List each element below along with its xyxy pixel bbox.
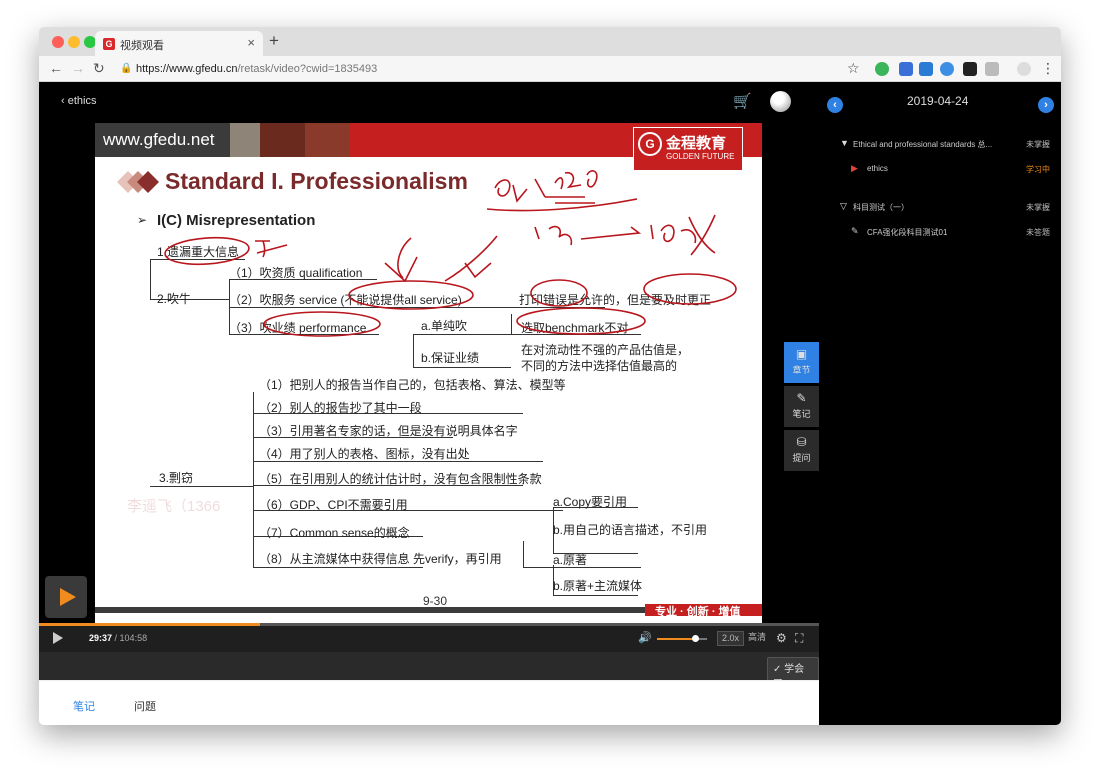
address-bar[interactable]: 🔒 https://www.gfedu.cn/retask/video?cwid… [116, 59, 377, 79]
menu-kebab-icon[interactable]: ⋮ [1041, 60, 1055, 77]
pencil-icon: ✎ [796, 391, 807, 405]
chapter-icon: ▣ [795, 347, 808, 361]
volume-icon[interactable]: 🔊 [638, 631, 652, 644]
prev-date-button[interactable]: ‹ [827, 97, 843, 113]
row-status: 未掌握 [1026, 140, 1050, 149]
bottom-tabs: 笔记 问题 [39, 680, 819, 725]
caret-down-icon: ▽ [840, 201, 847, 211]
speed-button[interactable]: 2.0x [717, 631, 745, 646]
tab-questions[interactable]: 问题 [134, 698, 156, 714]
quality-button[interactable]: 高清 [744, 631, 770, 646]
extension-green-icon[interactable] [875, 62, 889, 76]
extension-s-icon[interactable] [919, 62, 933, 76]
chapter-row[interactable]: ▼ Ethical and professional standards 总..… [819, 137, 1061, 153]
test-row[interactable]: ✎ CFA强化段科目测试01 未答题 [819, 225, 1061, 241]
bookmark-star-icon[interactable]: ☆ [847, 60, 860, 77]
gfedu-favicon-icon: G [103, 38, 115, 50]
extension-dark-icon[interactable] [963, 62, 977, 76]
url-host: https://www.gfedu.cn [136, 63, 238, 75]
video-player: ‹ ethics 🛒 www.gfedu.net G 金程教育 GOLDEN F… [39, 82, 819, 693]
duration: / 104:58 [114, 633, 148, 643]
notes-tool[interactable]: ✎ 笔记 [784, 386, 819, 427]
extension-gray-icon[interactable] [985, 62, 999, 76]
browser-window: G 视频观看 × + ← → ↻ 🔒 https://www.gfedu.cn/… [39, 27, 1061, 725]
pencil-icon: ✎ [851, 226, 859, 236]
check-icon: ✓ [773, 664, 782, 675]
next-date-button[interactable]: › [1038, 97, 1054, 113]
row-label: ethics [867, 164, 888, 173]
browser-tab[interactable]: G 视频观看 × [95, 31, 263, 56]
chapter-tool[interactable]: ▣ 章节 [784, 342, 819, 383]
tool-label: 笔记 [792, 409, 811, 419]
back-link[interactable]: ‹ ethics [61, 95, 96, 107]
tool-label: 提问 [792, 453, 811, 463]
chapter-row[interactable]: ▽ 科目测试（一） 未掌握 [819, 200, 1061, 216]
back-arrow-icon[interactable]: ← [49, 60, 63, 76]
play-button[interactable] [45, 576, 87, 618]
browser-toolbar: ← → ↻ 🔒 https://www.gfedu.cn/retask/vide… [39, 56, 1061, 82]
close-tab-icon[interactable]: × [247, 35, 255, 50]
tab-strip: G 视频观看 × + [39, 27, 1061, 56]
chevron-left-icon: ‹ [61, 95, 65, 107]
lock-icon: 🔒 [120, 63, 133, 74]
row-status: 未掌握 [1026, 203, 1050, 212]
play-icon[interactable] [53, 632, 63, 644]
current-time: 29:37 [89, 633, 113, 643]
slide-page-number: 9-30 [423, 594, 448, 608]
avatar[interactable] [770, 91, 791, 112]
row-status: 学习中 [1026, 165, 1050, 174]
extension-blue-icon[interactable] [899, 62, 913, 76]
volume-fill [657, 638, 695, 640]
panel-date: 2019-04-24 [907, 94, 969, 108]
fullscreen-icon[interactable]: ⛶ [795, 631, 803, 646]
slide-footer-text: 专业 · 创新 · 增值 [655, 606, 741, 618]
forward-arrow-icon[interactable]: → [71, 60, 85, 76]
volume-knob[interactable] [692, 635, 699, 642]
time-display: 29:37 / 104:58 [89, 633, 147, 643]
row-label: CFA强化段科目测试01 [867, 228, 948, 237]
row-status: 未答题 [1026, 228, 1050, 237]
database-icon: ⛁ [796, 435, 807, 449]
cart-icon[interactable]: 🛒 [733, 92, 752, 110]
lesson-row[interactable]: ▶ ethics 学习中 [819, 162, 1061, 178]
learned-bar: ✓ 学会了 [39, 652, 819, 693]
app-area: ‹ ethics 🛒 www.gfedu.net G 金程教育 GOLDEN F… [39, 82, 1061, 725]
player-controls: 29:37 / 104:58 🔊 2.0x 高清 ⚙ ⛶ [39, 626, 819, 652]
row-label: Ethical and professional standards 总... [853, 140, 993, 149]
url-path: /retask/video?cwid=1835493 [237, 63, 378, 75]
new-tab-button[interactable]: + [269, 31, 279, 51]
tool-label: 章节 [792, 365, 811, 375]
video-icon: ▶ [851, 163, 858, 173]
close-window-button[interactable] [52, 36, 64, 48]
back-label: ethics [67, 95, 97, 107]
caret-down-icon: ▼ [840, 138, 849, 148]
row-label: 科目测试（一） [853, 203, 909, 212]
gear-icon[interactable]: ⚙ [776, 631, 787, 645]
extension-key-icon[interactable] [940, 62, 954, 76]
course-panel: ‹ 2019-04-24 › ▼ Ethical and professiona… [819, 82, 1061, 725]
minimize-window-button[interactable] [68, 36, 80, 48]
player-top-bar: ‹ ethics 🛒 [39, 82, 819, 122]
question-tool[interactable]: ⛁ 提问 [784, 430, 819, 471]
lecture-slide: www.gfedu.net G 金程教育 GOLDEN FUTURE Stand… [95, 123, 762, 623]
reload-icon[interactable]: ↻ [93, 60, 105, 77]
side-toolbar: ▣ 章节 ✎ 笔记 ⛁ 提问 [784, 342, 819, 474]
handwriting-annotations [164, 170, 737, 337]
tab-title: 视频观看 [120, 40, 164, 52]
tab-notes[interactable]: 笔记 [73, 698, 95, 714]
profile-avatar-icon[interactable] [1017, 62, 1031, 76]
